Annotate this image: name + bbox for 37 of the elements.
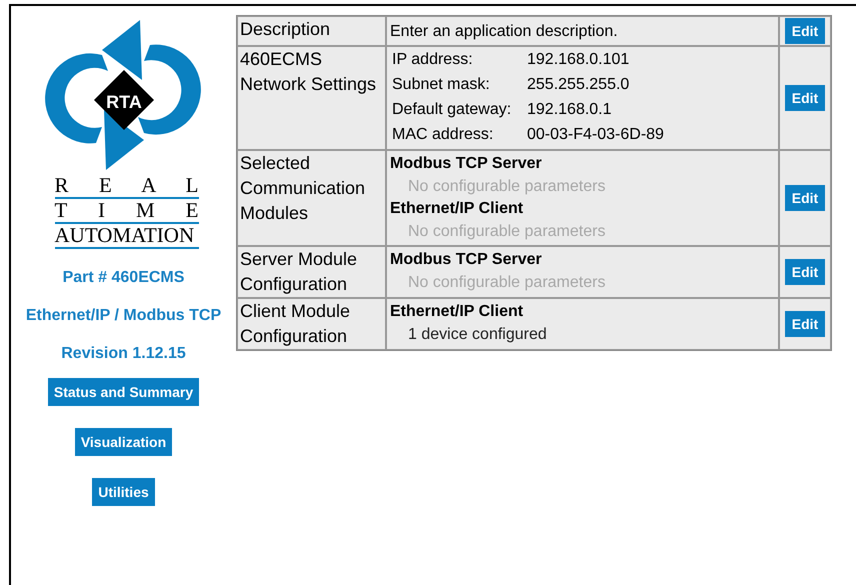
product-info: Part # 460ECMS bbox=[62, 268, 186, 288]
module-detail: No configurable parameters bbox=[407, 177, 606, 197]
field-value: 255.255.255.0 bbox=[527, 76, 630, 94]
edit-button[interactable]: Edit bbox=[784, 259, 826, 285]
logo-text: AUTOMATION bbox=[54, 225, 196, 246]
row-label: 460ECMS Network Settings bbox=[237, 46, 386, 150]
field-label: MAC address: bbox=[392, 126, 494, 144]
edit-button[interactable]: Edit bbox=[784, 185, 826, 211]
field-value: 192.168.0.1 bbox=[527, 101, 613, 119]
description-text: Enter an application description. bbox=[390, 22, 618, 41]
edit-button[interactable]: Edit bbox=[784, 85, 826, 111]
product-info: Revision 1.12.15 bbox=[60, 344, 187, 364]
field-label: IP address: bbox=[392, 51, 474, 69]
field-label: Default gateway: bbox=[392, 101, 512, 119]
edit-button[interactable]: Edit bbox=[784, 18, 826, 44]
row-label: Client Module Configuration bbox=[237, 298, 386, 350]
module-detail: 1 device configured bbox=[407, 325, 548, 345]
module-detail: No configurable parameters bbox=[407, 222, 606, 242]
row-label: Server Module Configuration bbox=[237, 246, 386, 298]
logo-mark: RTA bbox=[106, 92, 142, 112]
nav-button[interactable]: Utilities bbox=[92, 478, 155, 506]
field-value: 192.168.0.101 bbox=[527, 51, 630, 69]
logo-text: T I M E bbox=[54, 200, 198, 221]
row-label: Selected Communication Modules bbox=[237, 150, 386, 246]
module-name: Modbus TCP Server bbox=[390, 154, 543, 174]
nav-button[interactable]: Visualization bbox=[74, 428, 172, 456]
nav-button[interactable]: Status and Summary bbox=[48, 378, 200, 406]
product-info: Ethernet/IP / Modbus TCP bbox=[24, 306, 222, 326]
module-detail: No configurable parameters bbox=[407, 273, 606, 293]
field-value: 00-03-F4-03-6D-89 bbox=[527, 126, 665, 144]
edit-button[interactable]: Edit bbox=[784, 311, 826, 337]
field-label: Subnet mask: bbox=[392, 76, 491, 94]
row-label: Description bbox=[237, 16, 386, 46]
module-name: Modbus TCP Server bbox=[390, 250, 543, 270]
module-name: Ethernet/IP Client bbox=[390, 302, 524, 322]
logo-text: R E A L bbox=[54, 175, 198, 196]
module-name: Ethernet/IP Client bbox=[390, 199, 524, 219]
